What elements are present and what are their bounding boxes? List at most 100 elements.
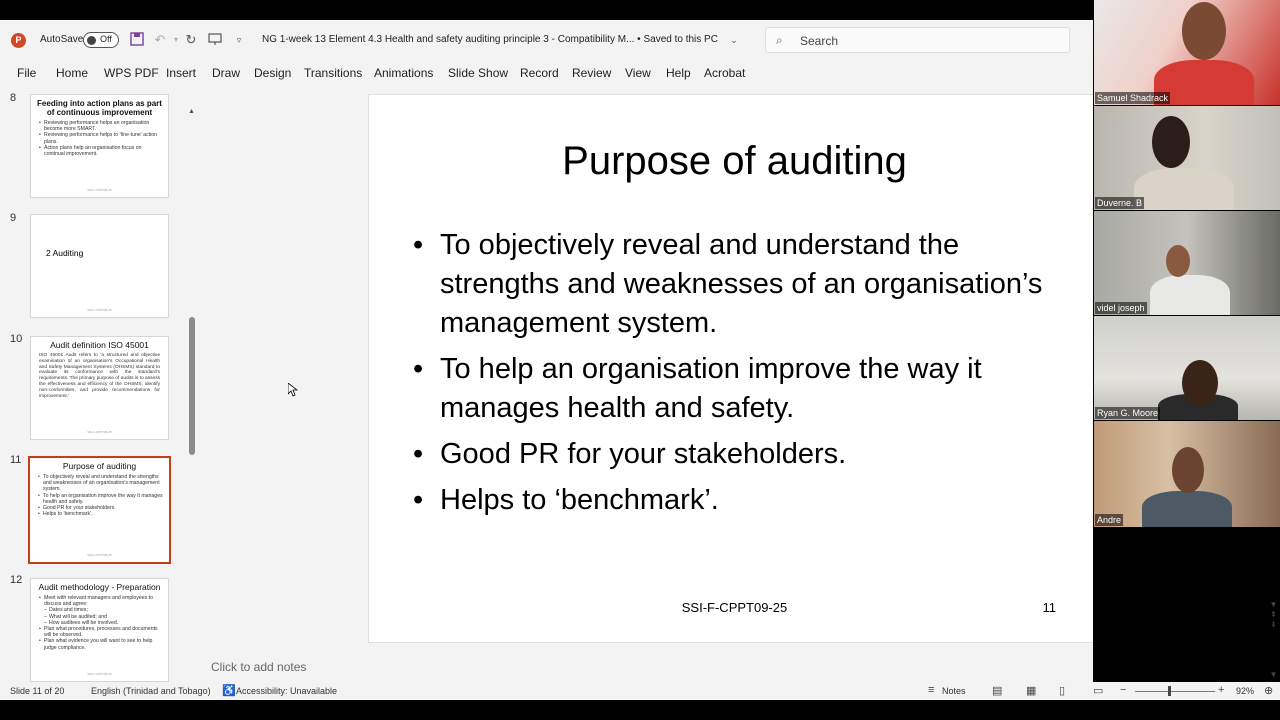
participant-name: Duverne. B [1095,197,1145,209]
thumbnail-title: Audit definition ISO 45001 [50,340,149,350]
reading-view-icon[interactable]: ▯ [1059,684,1065,697]
slide-scroll-controls[interactable]: ▼ ⇞ ⇟ ▼ [1267,600,1280,682]
document-title[interactable]: NG 1-week 13 Element 4.3 Health and safe… [262,34,718,45]
present-icon[interactable] [207,32,223,48]
thumbnail-footer: SSI-F-CPPT09-25 [87,308,112,312]
thumbnails-scrollbar[interactable]: ▲ ▼ [187,108,197,700]
powerpoint-window: P AutoSave Off ↶ ▾ ↻ ▿ NG 1-week 13 Elem… [0,20,1093,700]
tab-acrobat[interactable]: Acrobat [704,66,745,80]
scroll-up-icon[interactable]: ▼ [1267,600,1280,610]
notes-button[interactable]: Notes [942,686,966,696]
video-tile[interactable]: Andre [1094,421,1280,527]
accessibility-icon[interactable]: ♿ [222,684,236,697]
chevron-down-icon[interactable]: ⌄ [726,32,742,48]
zoom-level[interactable]: 92% [1236,686,1254,696]
previous-slide-icon[interactable]: ⇞ [1267,610,1280,620]
thumbnail-bullet: Action plans help an organisation focus … [39,145,162,157]
slide-bullet-list[interactable]: • To objectively reveal and understand th… [413,226,1073,527]
thumbnail-footer: SSI-F-CPPT09-25 [87,672,112,676]
ribbon-tabs: File Home WPS PDF Insert Draw Design Tra… [0,62,1093,84]
autosave-state: Off [100,34,112,44]
bullet-text: To help an organisation improve the way … [440,353,982,424]
participant-face [1182,2,1226,60]
zoom-in-icon[interactable]: + [1218,684,1224,696]
tab-insert[interactable]: Insert [166,66,196,80]
slideshow-view-icon[interactable]: ▭ [1093,684,1103,697]
slide-thumbnail-12[interactable]: Audit methodology - Preparation Meet wit… [30,578,169,682]
bullet-text: To objectively reveal and understand the… [440,229,1043,339]
slide-title[interactable]: Purpose of auditing [369,139,1093,184]
tab-animations[interactable]: Animations [374,66,433,80]
video-tile[interactable]: Ryan G. Moore [1094,316,1280,420]
thumbnail-number: 12 [10,574,23,586]
bullet-marker: • [413,484,424,516]
slide-thumbnail-11-selected[interactable]: Purpose of auditing To objectively revea… [28,456,171,564]
video-tile[interactable]: Samuel Shadrack [1094,0,1280,105]
bullet-marker: • [413,353,424,385]
slide-number: 11 [1042,600,1057,615]
thumbnail-bullet: Reviewing performance helps to 'fine-tun… [39,132,162,144]
zoom-slider-knob[interactable] [1168,686,1171,696]
mouse-cursor-icon [288,383,298,397]
slide-thumbnail-8[interactable]: Feeding into action plans as part of con… [30,94,169,198]
slide-thumbnail-10[interactable]: Audit definition ISO 45001 ISO 45001 Aud… [30,336,169,440]
tab-help[interactable]: Help [666,66,691,80]
customize-toolbar-icon[interactable]: ▿ [231,32,247,48]
title-bar: P AutoSave Off ↶ ▾ ↻ ▿ NG 1-week 13 Elem… [0,20,1093,60]
participant-name: Andre [1095,514,1124,526]
tab-slide-show[interactable]: Slide Show [448,66,508,80]
tab-design[interactable]: Design [254,66,291,80]
scrollbar-thumb[interactable] [189,317,195,455]
notes-placeholder[interactable]: Click to add notes [211,660,306,674]
language-indicator[interactable]: English (Trinidad and Tobago) [91,686,211,696]
bullet-marker: • [413,438,424,470]
slide-thumbnail-9[interactable]: 2 Auditing SSI-F-CPPT09-25 [30,214,169,318]
zoom-out-icon[interactable]: − [1120,684,1126,696]
tab-review[interactable]: Review [572,66,611,80]
slide-counter[interactable]: Slide 11 of 20 [10,686,64,696]
tab-record[interactable]: Record [520,66,559,80]
next-slide-icon[interactable]: ⇟ [1267,620,1280,630]
undo-icon[interactable]: ↶ [152,32,168,48]
participant-body [1150,275,1230,315]
fit-to-window-icon[interactable]: ⊕ [1264,684,1273,697]
participant-name: Ryan G. Moore [1095,407,1161,419]
tab-draw[interactable]: Draw [212,66,240,80]
participant-face [1172,447,1204,493]
video-tile[interactable]: videl joseph [1094,211,1280,315]
tab-home[interactable]: Home [56,66,88,80]
search-box[interactable]: ⌕ Search [765,27,1070,53]
tab-file[interactable]: File [17,66,36,80]
thumbnail-bullet: Reviewing performance helps an organisat… [39,120,162,132]
participant-name: Samuel Shadrack [1095,92,1171,104]
redo-icon[interactable]: ↻ [183,32,199,48]
thumbnail-paragraph: ISO 45001 Audit refers to 'a structured … [39,353,160,399]
thumbnail-bullet: To objectively reveal and understand the… [38,474,163,493]
bullet-text: Good PR for your stakeholders. [440,438,847,470]
undo-dropdown-icon[interactable]: ▾ [168,32,184,48]
thumbnail-bullet: Helps to 'benchmark'. [38,511,163,517]
save-icon[interactable] [129,32,145,48]
tab-transitions[interactable]: Transitions [304,66,362,80]
autosave-toggle[interactable]: Off [83,32,119,48]
accessibility-status[interactable]: Accessibility: Unavailable [236,686,337,696]
screen: P AutoSave Off ↶ ▾ ↻ ▿ NG 1-week 13 Elem… [0,0,1280,720]
normal-view-icon[interactable]: ▤ [992,684,1002,697]
slide-bullet: • Good PR for your stakeholders. [413,435,1073,474]
video-tile[interactable]: Duverne. B [1094,106,1280,210]
tab-view[interactable]: View [625,66,651,80]
slide-sorter-icon[interactable]: ▦ [1026,684,1036,697]
thumbnail-bullet: Plan what procedures, processes and docu… [39,626,162,638]
bullet-text: Helps to ‘benchmark’. [440,484,719,516]
powerpoint-logo-icon: P [11,33,26,48]
notes-icon[interactable]: ≡ [928,684,934,696]
slide-footer: SSI-F-CPPT09-25 [681,600,788,615]
thumbnail-bullet: Meet with relevant managers and employee… [39,595,162,607]
slide-canvas[interactable]: Purpose of auditing • To objectively reve… [368,94,1093,643]
scroll-down-icon[interactable]: ▼ [1267,670,1280,680]
scroll-up-icon[interactable]: ▲ [188,108,195,115]
autosave-label: AutoSave [40,34,84,45]
zoom-slider-track[interactable] [1135,691,1215,692]
bullet-marker: • [413,229,424,261]
tab-wps-pdf[interactable]: WPS PDF [104,66,159,80]
